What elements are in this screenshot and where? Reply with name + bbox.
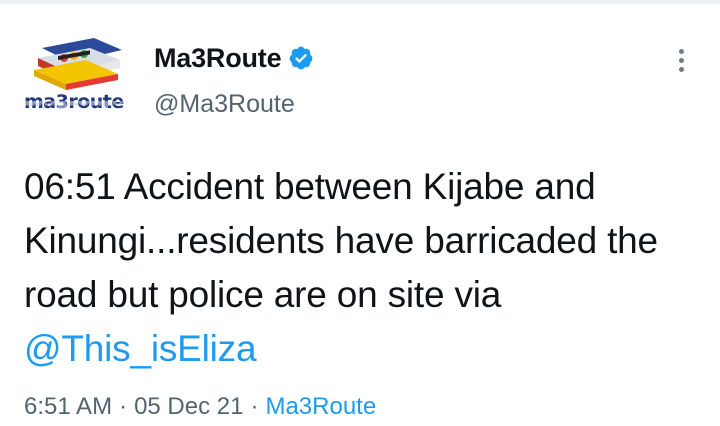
mention-link[interactable]: @This_isEliza — [24, 328, 257, 369]
more-dot — [678, 66, 684, 72]
tweet-meta: 6:51 AM · 05 Dec 21 · Ma3Route — [24, 392, 376, 422]
avatar[interactable]: ma3route ma3route — [24, 34, 136, 130]
tweet-source-link[interactable]: Ma3Route — [265, 393, 376, 421]
author-handle[interactable]: @Ma3Route — [154, 90, 295, 119]
meta-separator: · — [119, 393, 128, 420]
tweet-date[interactable]: 05 Dec 21 — [134, 393, 243, 421]
display-name[interactable]: Ma3Route — [154, 43, 282, 74]
more-options-icon[interactable] — [664, 40, 698, 80]
author-name-row: Ma3Route — [154, 40, 314, 76]
more-dot — [678, 57, 684, 63]
tweet-card: ma3route ma3route Ma3Route @Ma3Route 06:… — [0, 0, 720, 426]
verified-badge-icon — [290, 46, 313, 70]
tweet-time[interactable]: 6:51 AM — [24, 393, 112, 421]
tweet-body-text: 06:51 Accident between Kijabe and Kinung… — [24, 166, 658, 315]
ma3route-logo-graphic — [34, 38, 122, 90]
more-dot — [678, 48, 684, 54]
meta-separator: · — [250, 393, 259, 420]
logo-wordmark-reflection: ma3route — [24, 101, 136, 111]
tweet-text: 06:51 Accident between Kijabe and Kinung… — [24, 160, 714, 376]
